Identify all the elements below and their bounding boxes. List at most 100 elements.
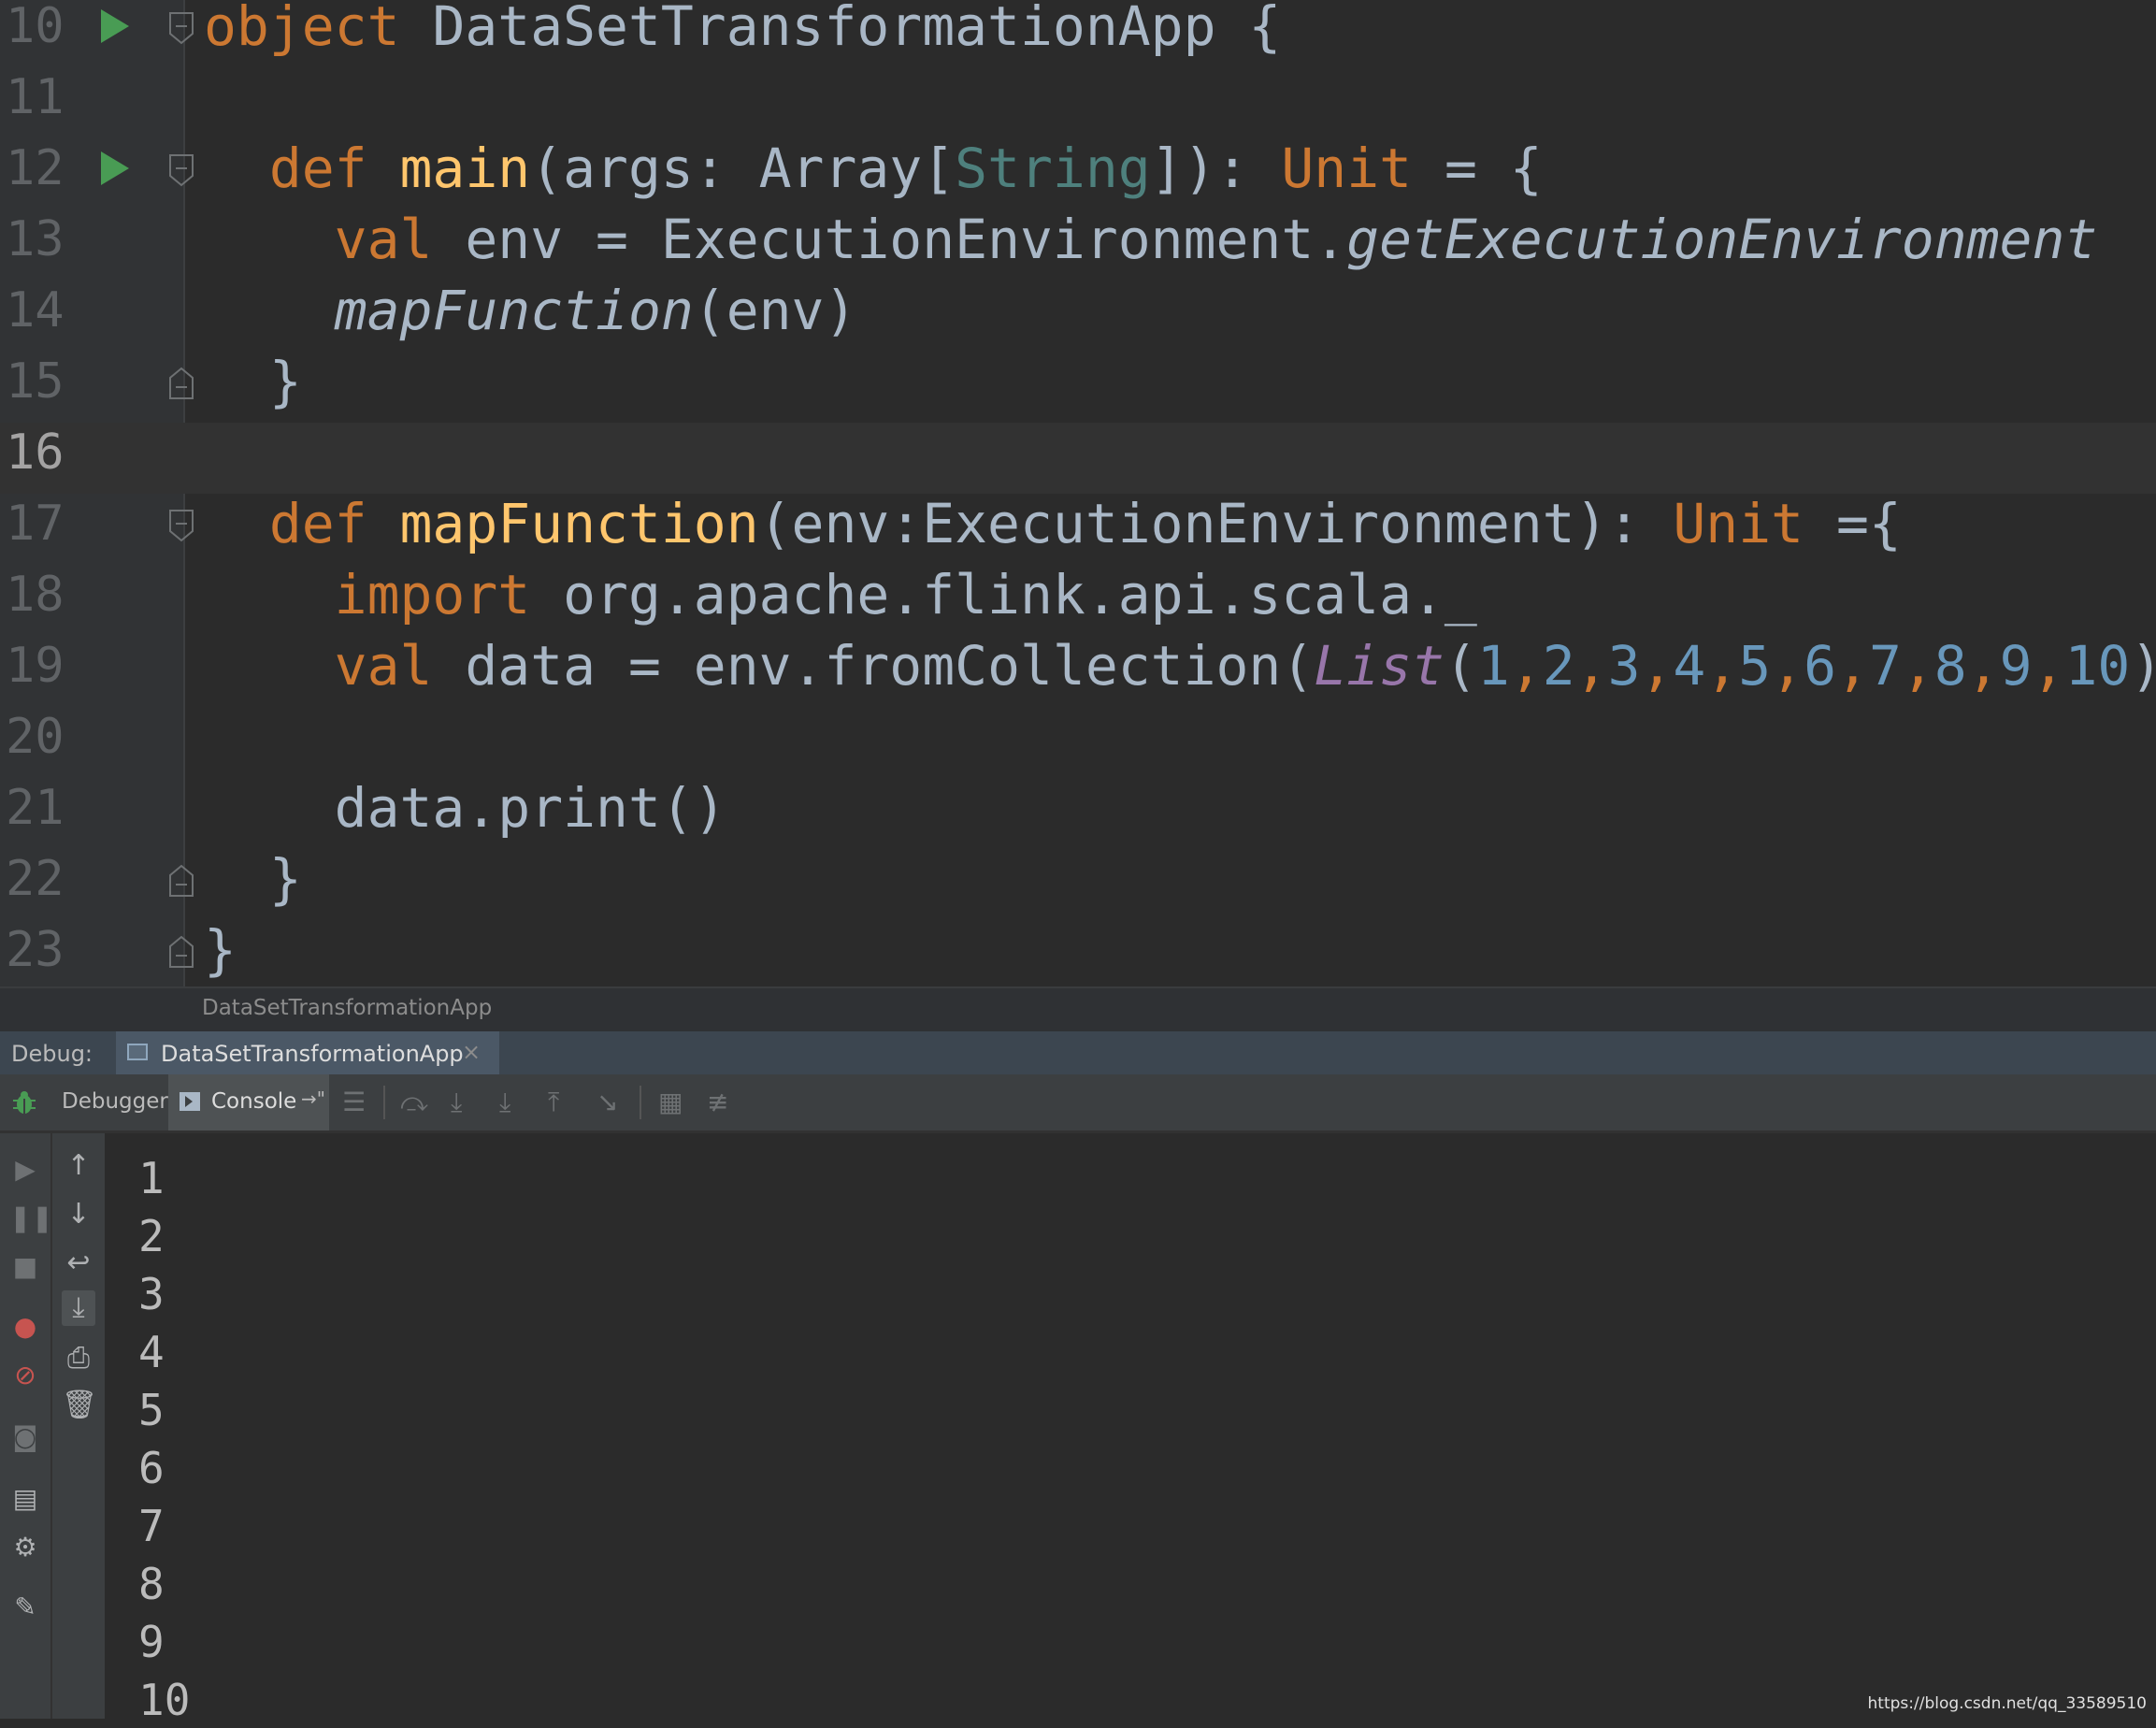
breadcrumb-item[interactable]: DataSetTransformationApp [202,996,492,1020]
close-icon[interactable]: × [462,1039,481,1065]
line-number: 15 [6,353,65,410]
code-line[interactable]: 20 [0,707,2156,778]
code-line[interactable]: 14 mapFunction(env) [0,281,2156,352]
line-number: 20 [6,709,65,765]
stop-icon[interactable]: ■ [9,1251,41,1283]
code-text[interactable]: } [204,352,302,423]
code-line[interactable]: 16 [0,423,2156,494]
layout-icon[interactable]: ▤ [9,1483,41,1515]
code-token: (args: Array[ [530,137,956,200]
code-editor[interactable]: 10 object DataSetTransformationApp {11 12 … [0,0,2156,986]
run-icon[interactable] [101,151,129,185]
console-output-line: 3 [138,1269,165,1319]
force-step-into-icon[interactable]: ⤓ [499,1087,510,1117]
code-token: Unit [1281,137,1413,200]
scroll-to-end-icon[interactable]: ⤓ [62,1290,95,1326]
code-line[interactable]: 17 def mapFunction(env:ExecutionEnvironm… [0,494,2156,565]
tab-debugger[interactable]: Debugger [54,1074,168,1130]
code-text[interactable]: data.print() [204,778,726,849]
code-token: import [204,563,564,626]
code-token: (env:ExecutionEnvironment): [758,492,1674,555]
code-token: 5 [1738,634,1772,698]
mute-breakpoints-icon[interactable]: ⊘ [9,1360,41,1391]
debug-session-tab[interactable]: DataSetTransformationApp × [116,1031,499,1074]
code-text[interactable]: mapFunction(env) [204,281,857,352]
code-token: def [204,492,400,555]
trash-icon[interactable]: 🗑 [62,1388,97,1423]
code-text[interactable]: val data = env.fromCollection(List(1,2,3… [204,636,2156,707]
resume-icon[interactable]: ▶ [9,1154,41,1186]
code-line[interactable]: 10 object DataSetTransformationApp { [0,0,2156,67]
camera-icon[interactable]: ◙ [9,1421,41,1453]
code-token: , [1771,634,1804,698]
line-number: 13 [6,211,65,267]
code-line[interactable]: 13 val env = ExecutionEnvironment.getExe… [0,209,2156,281]
debug-session-tab-label: DataSetTransformationApp [161,1041,464,1067]
step-out-icon[interactable]: ⤒ [548,1087,559,1117]
code-token: 1 [1476,634,1510,698]
evaluate-expression-icon[interactable]: ▦ [658,1087,683,1117]
code-text[interactable]: def main(args: Array[String]): Unit = { [204,138,1543,209]
code-line[interactable]: 22 } [0,849,2156,920]
soft-wrap-icon[interactable]: ↩ [62,1246,95,1281]
threads-list-icon[interactable]: ☰ [342,1087,366,1117]
code-token: 4 [1673,634,1706,698]
code-line[interactable]: 18 import org.apache.flink.api.scala._ [0,565,2156,636]
line-number: 19 [6,638,65,694]
console-icon [180,1092,200,1111]
code-text[interactable]: val env = ExecutionEnvironment.getExecut… [204,209,2098,281]
code-line[interactable]: 11 [0,67,2156,138]
code-text[interactable]: import org.apache.flink.api.scala._ [204,565,1477,636]
fold-open-icon[interactable] [166,151,196,189]
code-token: } [204,918,237,982]
gear-icon[interactable]: ⚙ [9,1532,41,1563]
fold-close-icon[interactable] [166,933,196,971]
console-output-line: 4 [138,1327,165,1377]
run-icon[interactable] [101,9,129,43]
code-token: data.print() [204,776,726,840]
up-arrow-icon[interactable]: ↑ [62,1148,95,1184]
console-output-line: 7 [138,1501,165,1551]
code-text[interactable]: def mapFunction(env:ExecutionEnvironment… [204,494,1902,565]
fold-open-icon[interactable] [166,507,196,544]
run-to-cursor-icon[interactable]: ↘ [596,1087,618,1117]
fold-close-icon[interactable] [166,862,196,900]
view-breakpoints-icon[interactable]: ● [9,1311,41,1343]
code-token: , [1836,634,1869,698]
toolbar-separator [640,1086,641,1119]
print-icon[interactable]: ⎙ [62,1341,95,1376]
tab-debugger-label: Debugger [62,1089,168,1114]
fold-open-icon[interactable] [166,9,196,47]
code-token: ( [1444,634,1477,698]
code-text[interactable]: object DataSetTransformationApp { [204,0,1281,67]
code-token: data = env.fromCollection( [465,634,1315,698]
code-text[interactable]: } [204,920,237,986]
watermark: https://blog.csdn.net/qq_33589510 [1867,1694,2147,1713]
fold-close-icon[interactable] [166,365,196,402]
down-arrow-icon[interactable]: ↓ [62,1197,95,1232]
code-token: String [955,137,1151,200]
code-text[interactable]: } [204,849,302,920]
step-into-icon[interactable]: ⤓ [451,1087,462,1117]
code-token: 3 [1607,634,1641,698]
code-line[interactable]: 23} [0,920,2156,986]
code-token: 7 [1868,634,1902,698]
code-line[interactable]: 21 data.print() [0,778,2156,849]
code-token: , [1574,634,1608,698]
code-line[interactable]: 12 def main(args: Array[String]): Unit =… [0,138,2156,209]
console-output[interactable]: 1 2 3 4 5 6 7 8 9 10 [107,1133,2156,1725]
step-over-icon[interactable]: ⤼ [400,1087,428,1117]
code-line[interactable]: 15 } [0,352,2156,423]
tab-console[interactable]: Console →" [168,1074,329,1130]
pin-icon[interactable]: ✎ [9,1591,41,1623]
console-output-line: 6 [138,1443,165,1493]
code-token: ={ [1804,492,1902,555]
code-token: Unit [1673,492,1804,555]
pause-icon[interactable]: ❚❚ [9,1202,53,1234]
restore-layout-icon[interactable]: →" [301,1087,325,1110]
line-number: 14 [6,282,65,338]
code-token: main [399,137,531,200]
trace-stream-icon[interactable]: ≢ [707,1087,728,1117]
code-line[interactable]: 19 val data = env.fromCollection(List(1,… [0,636,2156,707]
breadcrumb[interactable]: DataSetTransformationApp [0,986,2156,1033]
